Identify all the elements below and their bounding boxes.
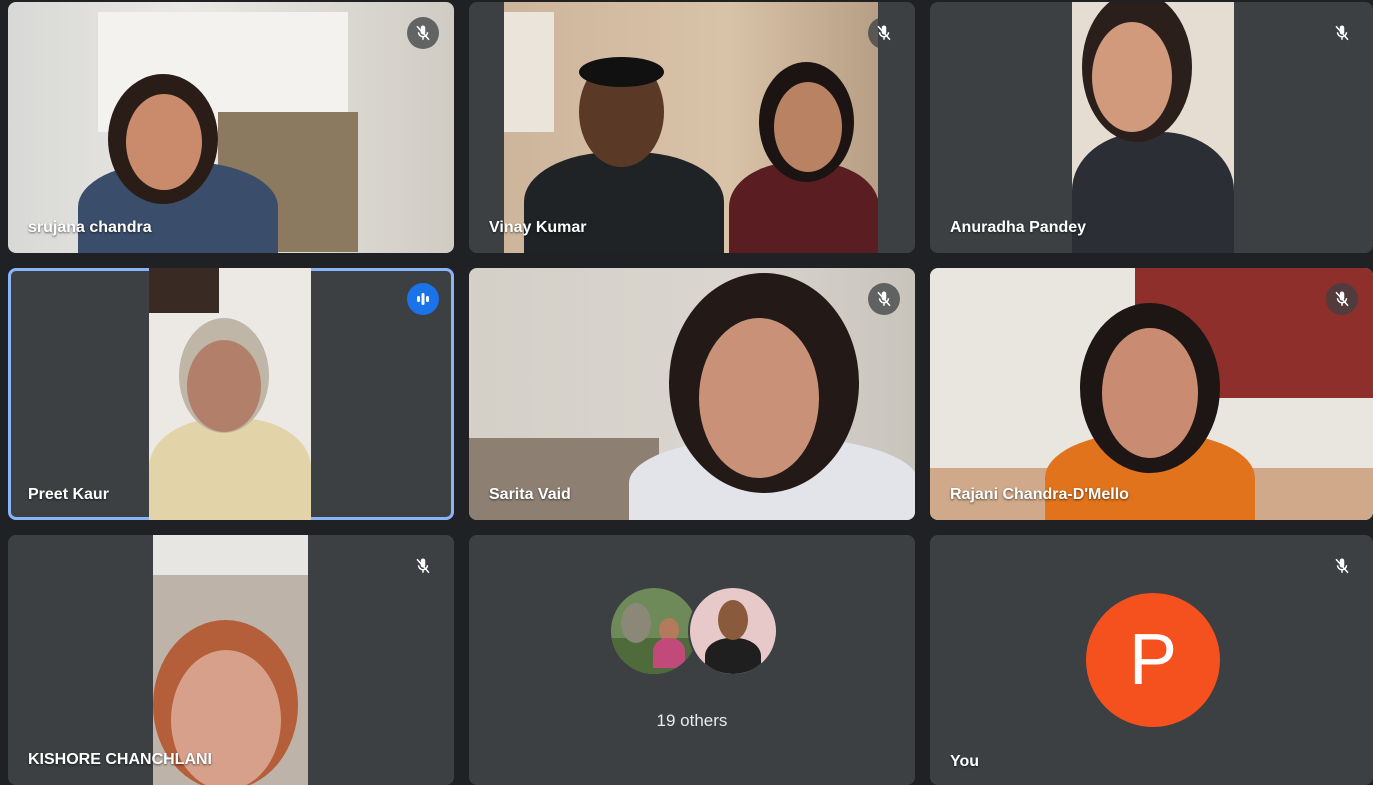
others-avatar xyxy=(609,586,699,676)
participant-name: Preet Kaur xyxy=(28,486,109,503)
participant-name: Vinay Kumar xyxy=(489,219,587,236)
participant-name: KISHORE CHANCHLANI xyxy=(28,751,212,768)
participant-video xyxy=(8,2,454,253)
mic-off-icon xyxy=(1326,283,1358,315)
participant-tile-preet-kaur[interactable]: Preet Kaur xyxy=(8,268,454,520)
mic-off-icon xyxy=(1326,550,1358,582)
participant-tile-sarita-vaid[interactable]: Sarita Vaid xyxy=(469,268,915,520)
meeting-grid: { "tiles": [ {"name": "srujana chandra"}… xyxy=(0,0,1373,785)
others-count: 19 others xyxy=(656,711,728,730)
audio-level-icon xyxy=(407,283,439,315)
participant-name: srujana chandra xyxy=(28,219,152,236)
participant-name: Rajani Chandra-D'Mello xyxy=(950,486,1129,503)
mic-off-icon xyxy=(868,283,900,315)
self-avatar: P xyxy=(1086,593,1220,727)
participant-video xyxy=(469,268,915,520)
participant-name: Anuradha Pandey xyxy=(950,219,1087,236)
others-avatar xyxy=(688,586,778,676)
participant-name: Sarita Vaid xyxy=(489,486,571,503)
participant-tile-kishore-chanchlani[interactable]: KISHORE CHANCHLANI xyxy=(8,535,454,785)
participant-tile-srujana-chandra[interactable]: srujana chandra xyxy=(8,2,454,253)
participant-video xyxy=(153,535,308,785)
participant-video xyxy=(149,268,311,520)
mic-off-icon xyxy=(407,17,439,49)
participant-video xyxy=(1072,2,1234,253)
participant-tile-rajani-chandra-dmello[interactable]: Rajani Chandra-D'Mello xyxy=(930,268,1373,520)
participant-video xyxy=(504,2,878,253)
mic-off-icon xyxy=(407,550,439,582)
self-tile[interactable]: P You xyxy=(930,535,1373,785)
participant-video xyxy=(930,268,1373,520)
participant-tile-anuradha-pandey[interactable]: Anuradha Pandey xyxy=(930,2,1373,253)
mic-off-icon xyxy=(868,17,900,49)
participant-name: You xyxy=(950,753,980,770)
mic-off-icon xyxy=(1326,17,1358,49)
participant-tile-vinay-kumar[interactable]: Vinay Kumar xyxy=(469,2,915,253)
others-tile[interactable]: 19 others xyxy=(469,535,915,785)
